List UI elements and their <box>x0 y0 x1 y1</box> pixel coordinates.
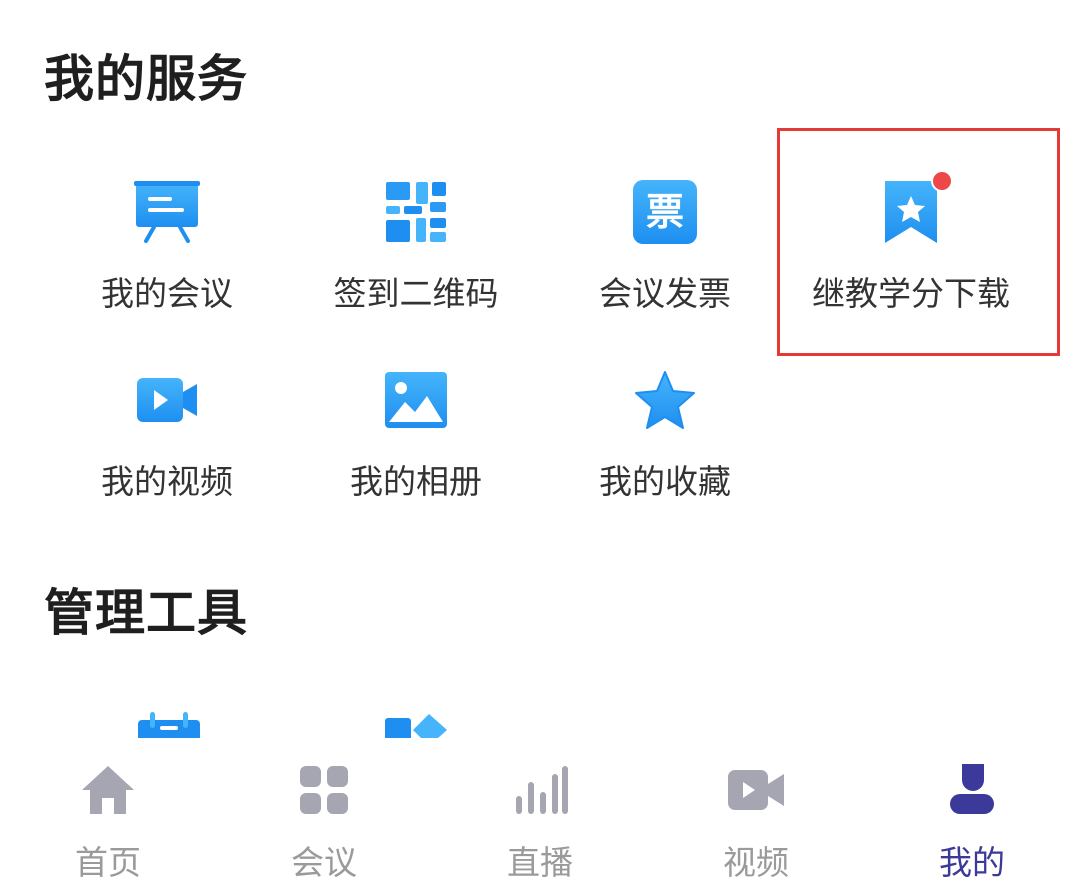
service-item-label: 会议发票 <box>599 274 731 313</box>
tab-mine[interactable]: 我的 <box>864 740 1080 884</box>
service-item-label: 我的视频 <box>101 462 233 501</box>
tab-home[interactable]: 首页 <box>0 740 216 884</box>
tools-section-title: 管理工具 <box>44 584 248 642</box>
live-bars-icon <box>516 766 568 814</box>
home-icon <box>82 766 134 814</box>
service-item-label: 我的会议 <box>101 274 233 313</box>
grid-icon <box>300 766 348 814</box>
calendar-icon[interactable] <box>136 712 202 738</box>
shapes-icon[interactable] <box>385 712 449 738</box>
user-icon <box>950 764 994 814</box>
invoice-icon: 票 <box>625 172 705 252</box>
tools-icons-row <box>0 712 1080 738</box>
service-item-my-favorites[interactable]: 我的收藏 <box>540 360 790 502</box>
meeting-board-icon <box>127 172 207 252</box>
tab-label: 会议 <box>291 843 357 882</box>
tab-live[interactable]: 直播 <box>432 740 648 884</box>
star-icon <box>625 360 705 440</box>
photo-album-icon <box>376 360 456 440</box>
tab-label: 视频 <box>723 843 789 882</box>
service-item-my-album[interactable]: 我的相册 <box>291 360 541 502</box>
tab-videos[interactable]: 视频 <box>648 740 864 884</box>
tab-label: 首页 <box>75 843 141 882</box>
tab-label: 我的 <box>939 843 1005 882</box>
service-item-label: 签到二维码 <box>333 274 499 313</box>
video-icon <box>728 770 784 810</box>
bottom-tab-bar: 首页 会议 直播 视频 我的 <box>0 740 1080 884</box>
tab-meetings[interactable]: 会议 <box>216 740 432 884</box>
qr-code-icon <box>376 172 456 252</box>
invoice-icon-text: 票 <box>645 190 684 234</box>
service-item-my-meetings[interactable]: 我的会议 <box>42 172 292 314</box>
service-item-label: 我的收藏 <box>599 462 731 501</box>
service-item-invoice[interactable]: 票 会议发票 <box>540 172 790 314</box>
video-camera-icon <box>127 360 207 440</box>
service-item-my-videos[interactable]: 我的视频 <box>42 360 292 502</box>
highlight-frame <box>777 128 1060 356</box>
service-item-label: 我的相册 <box>350 462 482 501</box>
service-item-qr-checkin[interactable]: 签到二维码 <box>291 172 541 314</box>
services-section-title: 我的服务 <box>44 50 248 108</box>
tab-label: 直播 <box>507 843 573 882</box>
